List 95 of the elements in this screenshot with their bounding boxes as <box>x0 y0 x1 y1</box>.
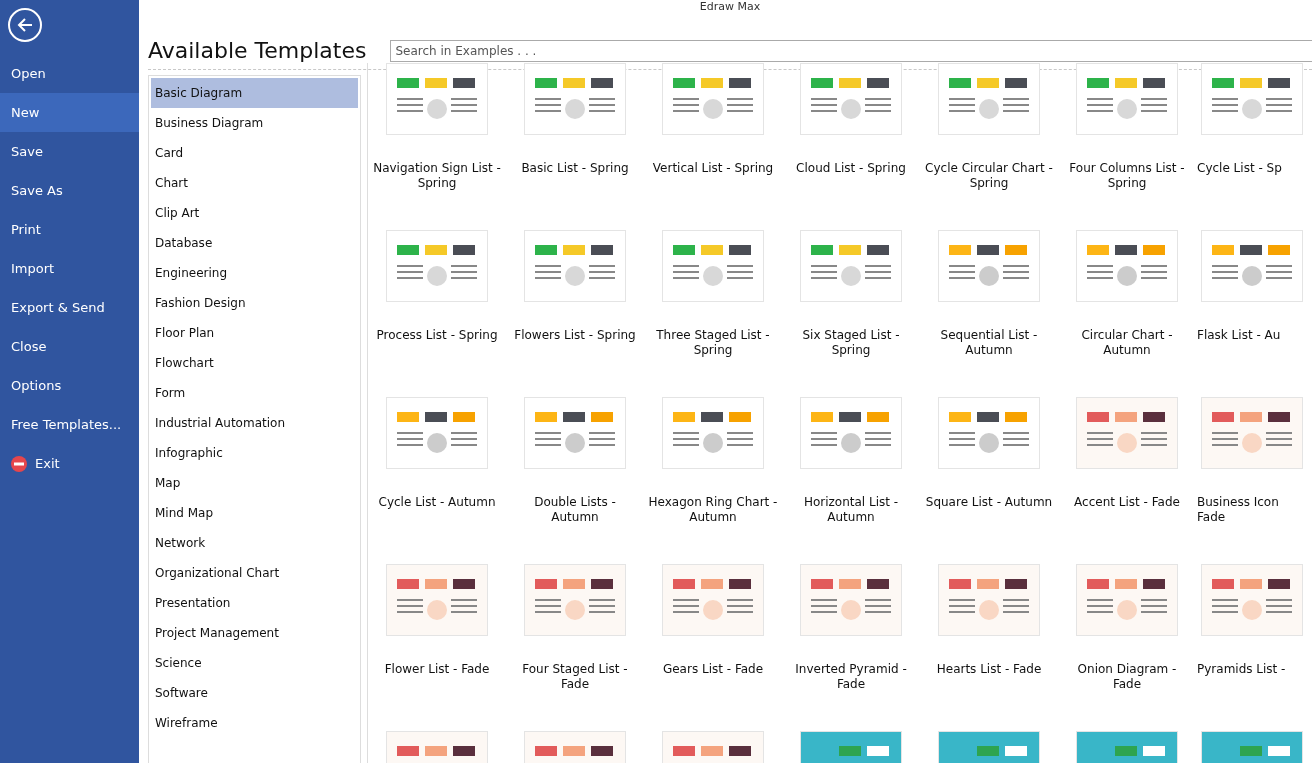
template-thumbnail[interactable] <box>524 564 626 636</box>
menu-item[interactable]: Export & Send <box>0 288 139 327</box>
category-item[interactable]: Industrial Automation <box>151 408 358 438</box>
template-name: Sequential List - Autumn <box>939 328 1039 358</box>
exit-icon <box>11 455 27 472</box>
menu-item[interactable]: Open <box>0 54 139 93</box>
template-name: Circular Chart - Autumn <box>1080 328 1174 358</box>
category-item[interactable]: Database <box>151 228 358 258</box>
template-name: Cloud List - Spring <box>795 161 907 176</box>
category-item[interactable]: Floor Plan <box>151 318 358 348</box>
template-name: Accent List - Fade <box>1073 495 1181 510</box>
template-name: Hearts List - Fade <box>935 662 1043 677</box>
template-thumbnail[interactable] <box>1076 564 1178 636</box>
back-button[interactable] <box>8 8 42 42</box>
template-name: Square List - Autumn <box>924 495 1054 510</box>
template-name: Hexagon Ring Chart - Autumn <box>648 495 778 525</box>
menu-item[interactable]: New <box>0 93 139 132</box>
category-item[interactable]: Flowchart <box>151 348 358 378</box>
template-thumbnail[interactable] <box>1076 63 1178 135</box>
category-item[interactable]: Fashion Design <box>151 288 358 318</box>
template-thumbnail[interactable] <box>938 63 1040 135</box>
template-thumbnail[interactable] <box>524 230 626 302</box>
category-item[interactable]: Engineering <box>151 258 358 288</box>
template-thumbnail[interactable] <box>386 230 488 302</box>
search-field[interactable]: Search in Examples . . . <box>390 39 1312 62</box>
category-item[interactable]: Mind Map <box>151 498 358 528</box>
template-name: Four Staged List - Fade <box>521 662 629 692</box>
page-heading: Available Templates <box>148 38 367 63</box>
template-name: Business Icon Fade <box>1197 495 1280 525</box>
template-name: Cycle List - Sp <box>1197 161 1283 176</box>
template-thumbnail[interactable] <box>938 397 1040 469</box>
template-thumbnail[interactable] <box>1201 230 1303 302</box>
category-item[interactable]: Presentation <box>151 588 358 618</box>
category-item[interactable]: Project Management <box>151 618 358 648</box>
template-thumbnail[interactable] <box>1201 564 1303 636</box>
menu-item[interactable]: Save As <box>0 171 139 210</box>
template-thumbnail[interactable] <box>1076 230 1178 302</box>
category-item[interactable]: Software <box>151 678 358 708</box>
menu-item[interactable]: Exit <box>0 444 139 483</box>
template-thumbnail[interactable] <box>662 63 764 135</box>
template-thumbnail[interactable] <box>386 63 488 135</box>
menu-item[interactable]: Save <box>0 132 139 171</box>
category-item[interactable]: Infographic <box>151 438 358 468</box>
category-item[interactable]: Card <box>151 138 358 168</box>
category-item[interactable]: Chart <box>151 168 358 198</box>
menu-item[interactable]: Import <box>0 249 139 288</box>
template-name: Inverted Pyramid - Fade <box>794 662 908 692</box>
template-name: Six Staged List - Spring <box>801 328 901 358</box>
template-name: Onion Diagram - Fade <box>1076 662 1178 692</box>
category-item[interactable]: Map <box>151 468 358 498</box>
window-title: Edraw Max <box>698 0 762 14</box>
template-name: Flower List - Fade <box>383 662 491 677</box>
template-name: Three Staged List - Spring <box>655 328 771 358</box>
category-item[interactable]: Organizational Chart <box>151 558 358 588</box>
template-name: Navigation Sign List - Spring <box>372 161 502 191</box>
template-name: Horizontal List - Autumn <box>802 495 900 525</box>
category-item[interactable]: Basic Diagram <box>151 78 358 108</box>
template-thumbnail[interactable] <box>1201 63 1303 135</box>
template-name: Basic List - Spring <box>520 161 630 176</box>
menu-item[interactable]: Close <box>0 327 139 366</box>
template-thumbnail[interactable] <box>800 564 902 636</box>
template-thumbnail[interactable] <box>662 230 764 302</box>
template-name: Cycle List - Autumn <box>377 495 497 510</box>
template-thumbnail[interactable] <box>386 397 488 469</box>
category-item[interactable]: Form <box>151 378 358 408</box>
template-thumbnail[interactable] <box>524 63 626 135</box>
template-name: Process List - Spring <box>375 328 499 343</box>
template-thumbnail[interactable] <box>800 397 902 469</box>
template-name: Flask List - Au <box>1197 328 1282 343</box>
menu-item[interactable]: Free Templates... <box>0 405 139 444</box>
template-thumbnail[interactable] <box>1076 397 1178 469</box>
template-name: Four Columns List - Spring <box>1068 161 1186 191</box>
template-name: Gears List - Fade <box>661 662 765 677</box>
category-item[interactable]: Science <box>151 648 358 678</box>
category-item[interactable]: Network <box>151 528 358 558</box>
template-thumbnail[interactable] <box>662 397 764 469</box>
template-name: Pyramids List - <box>1197 662 1287 677</box>
template-name: Double Lists - Autumn <box>533 495 617 525</box>
menu-item[interactable]: Print <box>0 210 139 249</box>
category-item[interactable]: Wireframe <box>151 708 358 738</box>
template-thumbnail[interactable] <box>662 564 764 636</box>
template-thumbnail[interactable] <box>800 63 902 135</box>
category-item[interactable]: Business Diagram <box>151 108 358 138</box>
menu-item[interactable]: Options <box>0 366 139 405</box>
template-thumbnail[interactable] <box>386 564 488 636</box>
template-thumbnail[interactable] <box>524 397 626 469</box>
template-thumbnail[interactable] <box>1201 397 1303 469</box>
category-item[interactable]: Clip Art <box>151 198 358 228</box>
template-thumbnail[interactable] <box>938 230 1040 302</box>
template-thumbnail[interactable] <box>800 230 902 302</box>
back-arrow-icon <box>16 16 34 34</box>
template-name: Cycle Circular Chart - Spring <box>924 161 1054 191</box>
template-name: Flowers List - Spring <box>513 328 637 343</box>
template-thumbnail[interactable] <box>938 564 1040 636</box>
template-name: Vertical List - Spring <box>651 161 775 176</box>
